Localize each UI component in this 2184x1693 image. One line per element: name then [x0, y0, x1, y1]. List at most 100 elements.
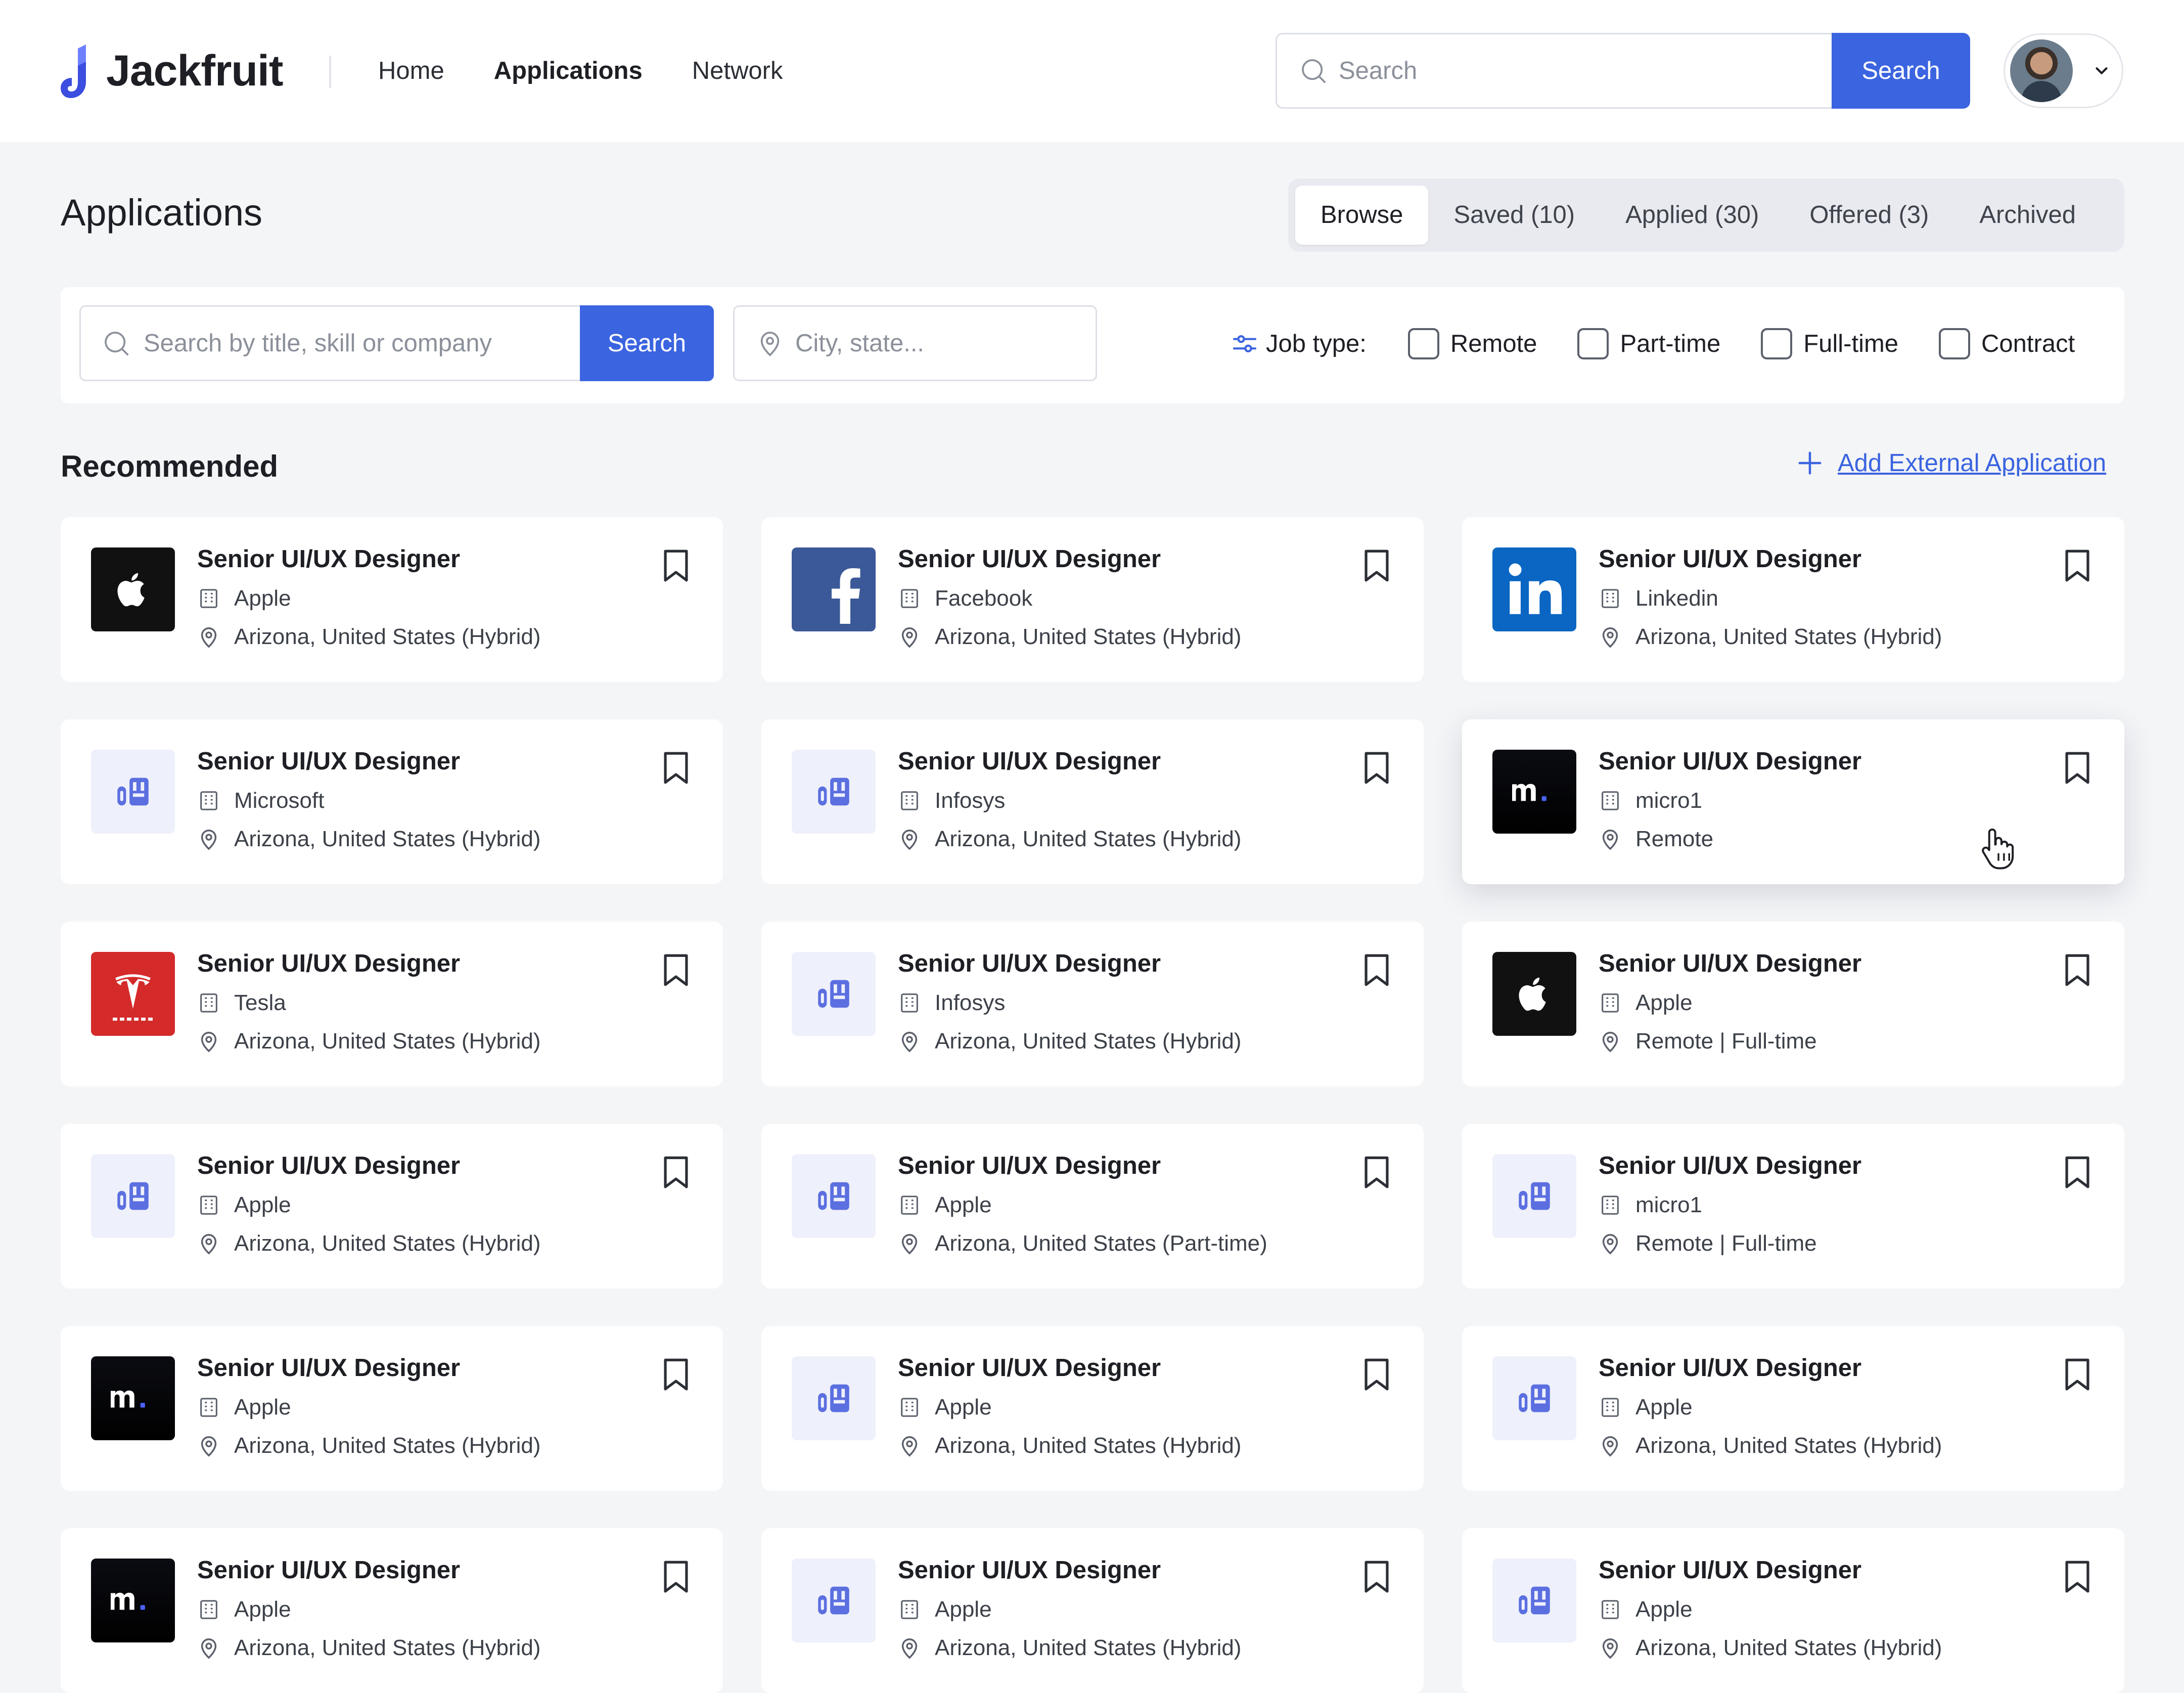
job-title[interactable]: Senior UI/UX Designer [898, 949, 1161, 978]
job-title[interactable]: Senior UI/UX Designer [197, 545, 460, 573]
header-divider [329, 56, 331, 88]
bookmark-icon[interactable] [662, 1155, 690, 1189]
job-search-input[interactable] [144, 329, 548, 357]
job-card[interactable]: Senior UI/UX Designer Apple Arizona, Uni… [761, 1528, 1424, 1693]
job-card[interactable]: Senior UI/UX Designer Linkedin Arizona, … [1462, 517, 2124, 682]
job-title[interactable]: Senior UI/UX Designer [1599, 1354, 1861, 1382]
chevron-down-icon [2096, 67, 2108, 74]
company-row: Apple [197, 586, 291, 611]
job-title[interactable]: Senior UI/UX Designer [1599, 545, 1861, 573]
job-card[interactable]: Senior UI/UX Designer Tesla Arizona, Uni… [61, 922, 723, 1086]
bookmark-icon[interactable] [2064, 1357, 2091, 1392]
job-title[interactable]: Senior UI/UX Designer [898, 747, 1161, 775]
company-placeholder-icon [792, 750, 876, 834]
bookmark-icon[interactable] [2064, 953, 2091, 987]
bookmark-icon[interactable] [1363, 548, 1390, 583]
job-card[interactable]: Senior UI/UX Designer micro1 Remote [1462, 719, 2124, 884]
job-title[interactable]: Senior UI/UX Designer [197, 1152, 460, 1180]
job-title[interactable]: Senior UI/UX Designer [197, 747, 460, 775]
job-search-button[interactable]: Search [580, 305, 714, 381]
tab-offered[interactable]: Offered (3) [1784, 186, 1954, 245]
bookmark-icon[interactable] [1363, 1560, 1390, 1594]
job-card[interactable]: Senior UI/UX Designer Microsoft Arizona,… [61, 719, 723, 884]
job-card[interactable]: Senior UI/UX Designer Apple Remote | Ful… [1462, 922, 2124, 1086]
tab-browse[interactable]: Browse [1295, 186, 1429, 245]
location-row: Arizona, United States (Hybrid) [197, 1433, 540, 1458]
job-card[interactable]: Senior UI/UX Designer Infosys Arizona, U… [761, 719, 1424, 884]
job-title[interactable]: Senior UI/UX Designer [898, 545, 1161, 573]
job-title[interactable]: Senior UI/UX Designer [1599, 949, 1861, 978]
company-name: Apple [234, 586, 291, 611]
tab-applied[interactable]: Applied (30) [1600, 186, 1784, 245]
job-location: Arizona, United States (Hybrid) [935, 827, 1242, 851]
avatar [2010, 39, 2073, 102]
tab-archived[interactable]: Archived [1954, 186, 2101, 245]
bookmark-icon[interactable] [1363, 1357, 1390, 1392]
job-card[interactable]: Senior UI/UX Designer Apple Arizona, Uni… [61, 517, 723, 682]
tab-saved[interactable]: Saved (10) [1428, 186, 1600, 245]
remote-checkbox[interactable]: Remote [1407, 328, 1537, 359]
location-row: Arizona, United States (Hybrid) [197, 1635, 540, 1661]
full-time-checkbox[interactable]: Full-time [1761, 328, 1898, 359]
bookmark-icon[interactable] [1363, 751, 1390, 785]
job-card[interactable]: Senior UI/UX Designer micro1 Remote | Fu… [1462, 1124, 2124, 1289]
plus-icon [1798, 451, 1822, 475]
job-title[interactable]: Senior UI/UX Designer [898, 1152, 1161, 1180]
bookmark-icon[interactable] [1363, 953, 1390, 987]
job-card[interactable]: Senior UI/UX Designer Infosys Arizona, U… [761, 922, 1424, 1086]
nav-network[interactable]: Network [692, 51, 783, 91]
job-card[interactable]: Senior UI/UX Designer Apple Arizona, Uni… [1462, 1326, 2124, 1491]
nav-home[interactable]: Home [378, 51, 444, 91]
brand-logo[interactable]: Jackfruit [60, 40, 283, 101]
job-title[interactable]: Senior UI/UX Designer [197, 949, 460, 978]
bookmark-icon[interactable] [2064, 548, 2091, 583]
job-card[interactable]: Senior UI/UX Designer Apple Arizona, Uni… [61, 1326, 723, 1491]
add-external-application-link[interactable]: Add External Application [1796, 449, 2106, 477]
company-name: Microsoft [234, 788, 325, 813]
bookmark-icon[interactable] [662, 1560, 690, 1594]
bookmark-icon[interactable] [1363, 1155, 1390, 1189]
checkbox-box[interactable] [1761, 328, 1793, 359]
job-card[interactable]: Senior UI/UX Designer Apple Arizona, Uni… [61, 1124, 723, 1289]
checkbox-box[interactable] [1407, 328, 1439, 359]
job-title[interactable]: Senior UI/UX Designer [197, 1354, 460, 1382]
profile-menu[interactable] [2004, 33, 2123, 108]
recommended-heading: Recommended [61, 449, 279, 483]
job-card[interactable]: Senior UI/UX Designer Apple Arizona, Uni… [61, 1528, 723, 1693]
checkbox-box[interactable] [1939, 328, 1971, 359]
nav-applications[interactable]: Applications [494, 51, 643, 91]
bookmark-icon[interactable] [662, 751, 690, 785]
location-row: Arizona, United States (Hybrid) [197, 1029, 540, 1054]
location-row: Arizona, United States (Hybrid) [197, 1231, 540, 1256]
location-pin-icon [901, 1436, 918, 1457]
job-title[interactable]: Senior UI/UX Designer [898, 1556, 1161, 1584]
bookmark-icon[interactable] [2064, 1560, 2091, 1594]
job-title[interactable]: Senior UI/UX Designer [197, 1556, 460, 1584]
bookmark-icon[interactable] [662, 548, 690, 583]
job-card[interactable]: Senior UI/UX Designer Apple Arizona, Uni… [761, 1124, 1424, 1289]
location-pin-icon [1602, 830, 1618, 850]
location-pin-icon [201, 1638, 217, 1659]
job-title[interactable]: Senior UI/UX Designer [898, 1354, 1161, 1382]
bookmark-icon[interactable] [662, 953, 690, 987]
job-card[interactable]: Senior UI/UX Designer Apple Arizona, Uni… [1462, 1528, 2124, 1693]
global-search-input[interactable] [1339, 57, 1794, 85]
global-search-button[interactable]: Search [1832, 33, 1970, 109]
job-title[interactable]: Senior UI/UX Designer [1599, 1556, 1861, 1584]
job-title[interactable]: Senior UI/UX Designer [1599, 1152, 1861, 1180]
job-title[interactable]: Senior UI/UX Designer [1599, 747, 1861, 775]
location-row: Arizona, United States (Hybrid) [1599, 1433, 1942, 1458]
checkbox-box[interactable] [1577, 328, 1609, 359]
part-time-checkbox[interactable]: Part-time [1577, 328, 1720, 359]
location-input[interactable] [795, 329, 1078, 357]
bookmark-icon[interactable] [2064, 751, 2091, 785]
bookmark-icon[interactable] [2064, 1155, 2091, 1189]
company-row: Apple [1599, 990, 1693, 1016]
bookmark-icon[interactable] [662, 1357, 690, 1392]
micro1-logo-icon [91, 1356, 175, 1440]
job-card[interactable]: Senior UI/UX Designer Facebook Arizona, … [761, 517, 1424, 682]
job-location: Arizona, United States (Hybrid) [234, 1433, 541, 1458]
job-card[interactable]: Senior UI/UX Designer Apple Arizona, Uni… [761, 1326, 1424, 1491]
job-location: Arizona, United States (Hybrid) [1635, 1635, 1942, 1660]
contract-checkbox[interactable]: Contract [1939, 328, 2075, 359]
